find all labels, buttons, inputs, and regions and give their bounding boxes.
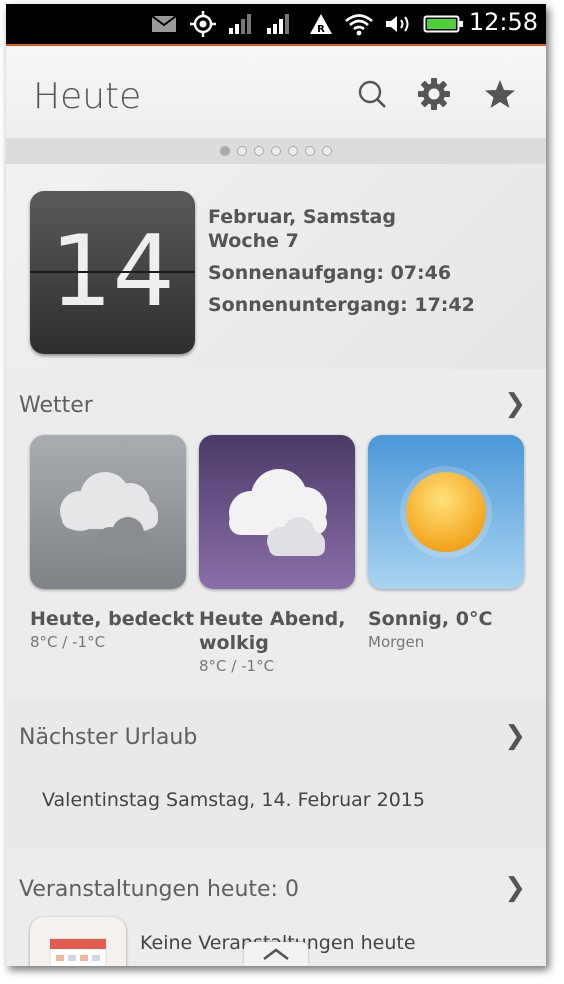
signal-1-icon [228,12,254,36]
date-section: 14 Februar, Samstag Woche 7 Sonnenaufgan… [6,164,546,369]
weather-label: Heute, bedeckt [30,608,195,630]
page-dot[interactable] [305,146,315,156]
holiday-title[interactable]: Nächster Urlaub [19,725,197,750]
gps-icon [190,11,216,37]
chevron-right-icon[interactable]: ❯ [504,873,526,903]
volume-icon [384,12,414,36]
page-dot[interactable] [271,146,281,156]
page-title: Heute [33,76,142,117]
flip-divider [30,271,195,273]
overcast-icon [30,435,186,589]
mail-icon [150,12,178,36]
signal-2-icon [266,12,292,36]
roaming-icon: R [308,12,334,36]
holiday-entry[interactable]: Valentinstag Samstag, 14. Februar 2015 [42,789,425,811]
page-dot[interactable] [220,146,230,156]
page-dot[interactable] [237,146,247,156]
weather-section: Wetter ❯ Heute, bedeckt 8°C / -1°C Heute… [6,369,546,699]
settings-icon [418,78,450,110]
phone-screen: R 12:58 Heute 14 Februar, Samstag Woche … [6,4,546,966]
weather-label: Heute Abend, [199,608,346,630]
weather-temp: 8°C / -1°C [199,657,275,675]
settings-button[interactable] [416,76,452,112]
weather-temp: 8°C / -1°C [30,633,106,651]
weather-card-tomorrow[interactable] [368,435,524,589]
page-indicator [6,138,546,164]
app-header: Heute [6,46,546,139]
weather-card-evening[interactable] [199,435,355,589]
weather-title[interactable]: Wetter [19,393,93,418]
weather-label-line2: wolkig [199,632,269,654]
cloudy-night-icon [199,435,355,589]
week-number: Woche 7 [208,230,299,252]
month-weekday: Februar, Samstag [208,206,396,228]
battery-icon [422,12,466,36]
events-title[interactable]: Veranstaltungen heute: 0 [19,877,299,902]
holiday-section: Nächster Urlaub ❯ Valentinstag Samstag, … [6,699,546,849]
search-icon [358,80,386,108]
weather-day: Morgen [368,633,425,651]
calendar-day-tile[interactable]: 14 [30,191,195,354]
status-bar: R 12:58 [6,4,546,46]
favorite-button[interactable] [482,76,518,112]
bottom-edge-handle[interactable] [244,942,308,966]
chevron-right-icon[interactable]: ❯ [504,721,526,751]
sunny-icon [368,435,524,589]
wifi-icon [344,12,374,36]
search-button[interactable] [354,76,390,112]
favorite-star-icon [485,80,515,108]
weather-card-today[interactable] [30,435,186,589]
sunset-time: Sonnenuntergang: 17:42 [208,294,475,316]
page-dot[interactable] [254,146,264,156]
calendar-app-icon [30,917,126,966]
page-dot[interactable] [288,146,298,156]
chevron-right-icon[interactable]: ❯ [504,389,526,419]
chevron-up-icon [263,948,289,961]
svg-text:R: R [317,24,325,35]
sunrise-time: Sonnenaufgang: 07:46 [208,262,452,284]
weather-label: Sonnig, 0°C [368,608,493,630]
clock-time: 12:58 [468,8,538,36]
page-dot[interactable] [322,146,332,156]
